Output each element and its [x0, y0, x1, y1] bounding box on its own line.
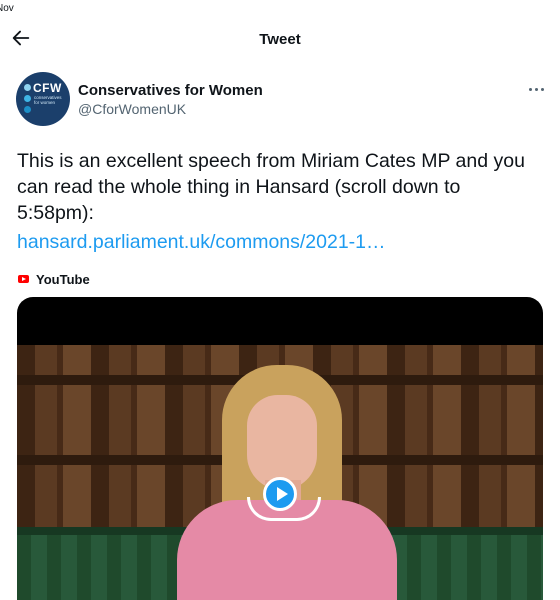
tweet-link[interactable]: hansard.parliament.uk/commons/2021-1… [17, 229, 537, 255]
play-icon[interactable] [263, 477, 297, 511]
cfw-logo: CFW conservatives for women [24, 81, 64, 116]
avatar[interactable]: CFW conservatives for women [16, 72, 70, 126]
youtube-icon [18, 275, 29, 283]
more-options-button[interactable] [528, 84, 546, 94]
page-title: Tweet [259, 31, 301, 48]
author-display-name[interactable]: Conservatives for Women [78, 82, 263, 99]
tweet-author: CFW conservatives for women Conservative… [16, 72, 546, 128]
video-thumbnail [17, 345, 543, 600]
tweet-text: This is an excellent speech from Miriam … [17, 150, 525, 224]
tweet-body: This is an excellent speech from Miriam … [17, 148, 537, 255]
video-card[interactable] [17, 297, 543, 600]
author-handle[interactable]: @CforWomenUK [78, 101, 186, 117]
month-label: Nov [0, 3, 14, 14]
header: Tweet [0, 20, 560, 60]
media-source-label: YouTube [36, 272, 90, 287]
